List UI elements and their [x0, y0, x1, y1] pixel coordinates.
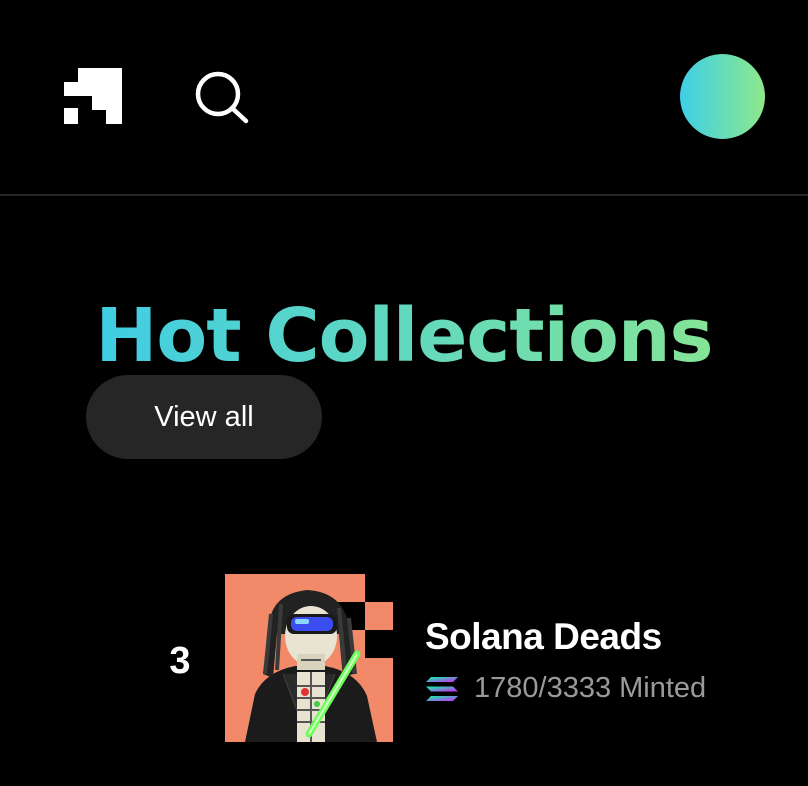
user-avatar[interactable]: [680, 54, 765, 139]
skeleton-nft-image: [225, 574, 393, 742]
view-all-button[interactable]: View all: [86, 375, 322, 459]
collection-name: Solana Deads: [425, 616, 662, 657]
solana-icon: [426, 676, 458, 701]
top-nav-bar: [0, 0, 808, 196]
collection-thumbnail[interactable]: [225, 574, 393, 742]
page-title: Hot Collections: [0, 286, 808, 386]
collection-rank: 3: [169, 640, 191, 682]
search-icon[interactable]: [192, 68, 250, 126]
minted-count: 1780/3333 Minted: [474, 672, 707, 704]
collection-mint-status: 1780/3333 Minted: [424, 672, 706, 705]
magic-eden-logo-icon[interactable]: [64, 68, 122, 124]
collection-list-item[interactable]: 3 Solana Deads 1780/3333 Minted: [0, 560, 808, 760]
